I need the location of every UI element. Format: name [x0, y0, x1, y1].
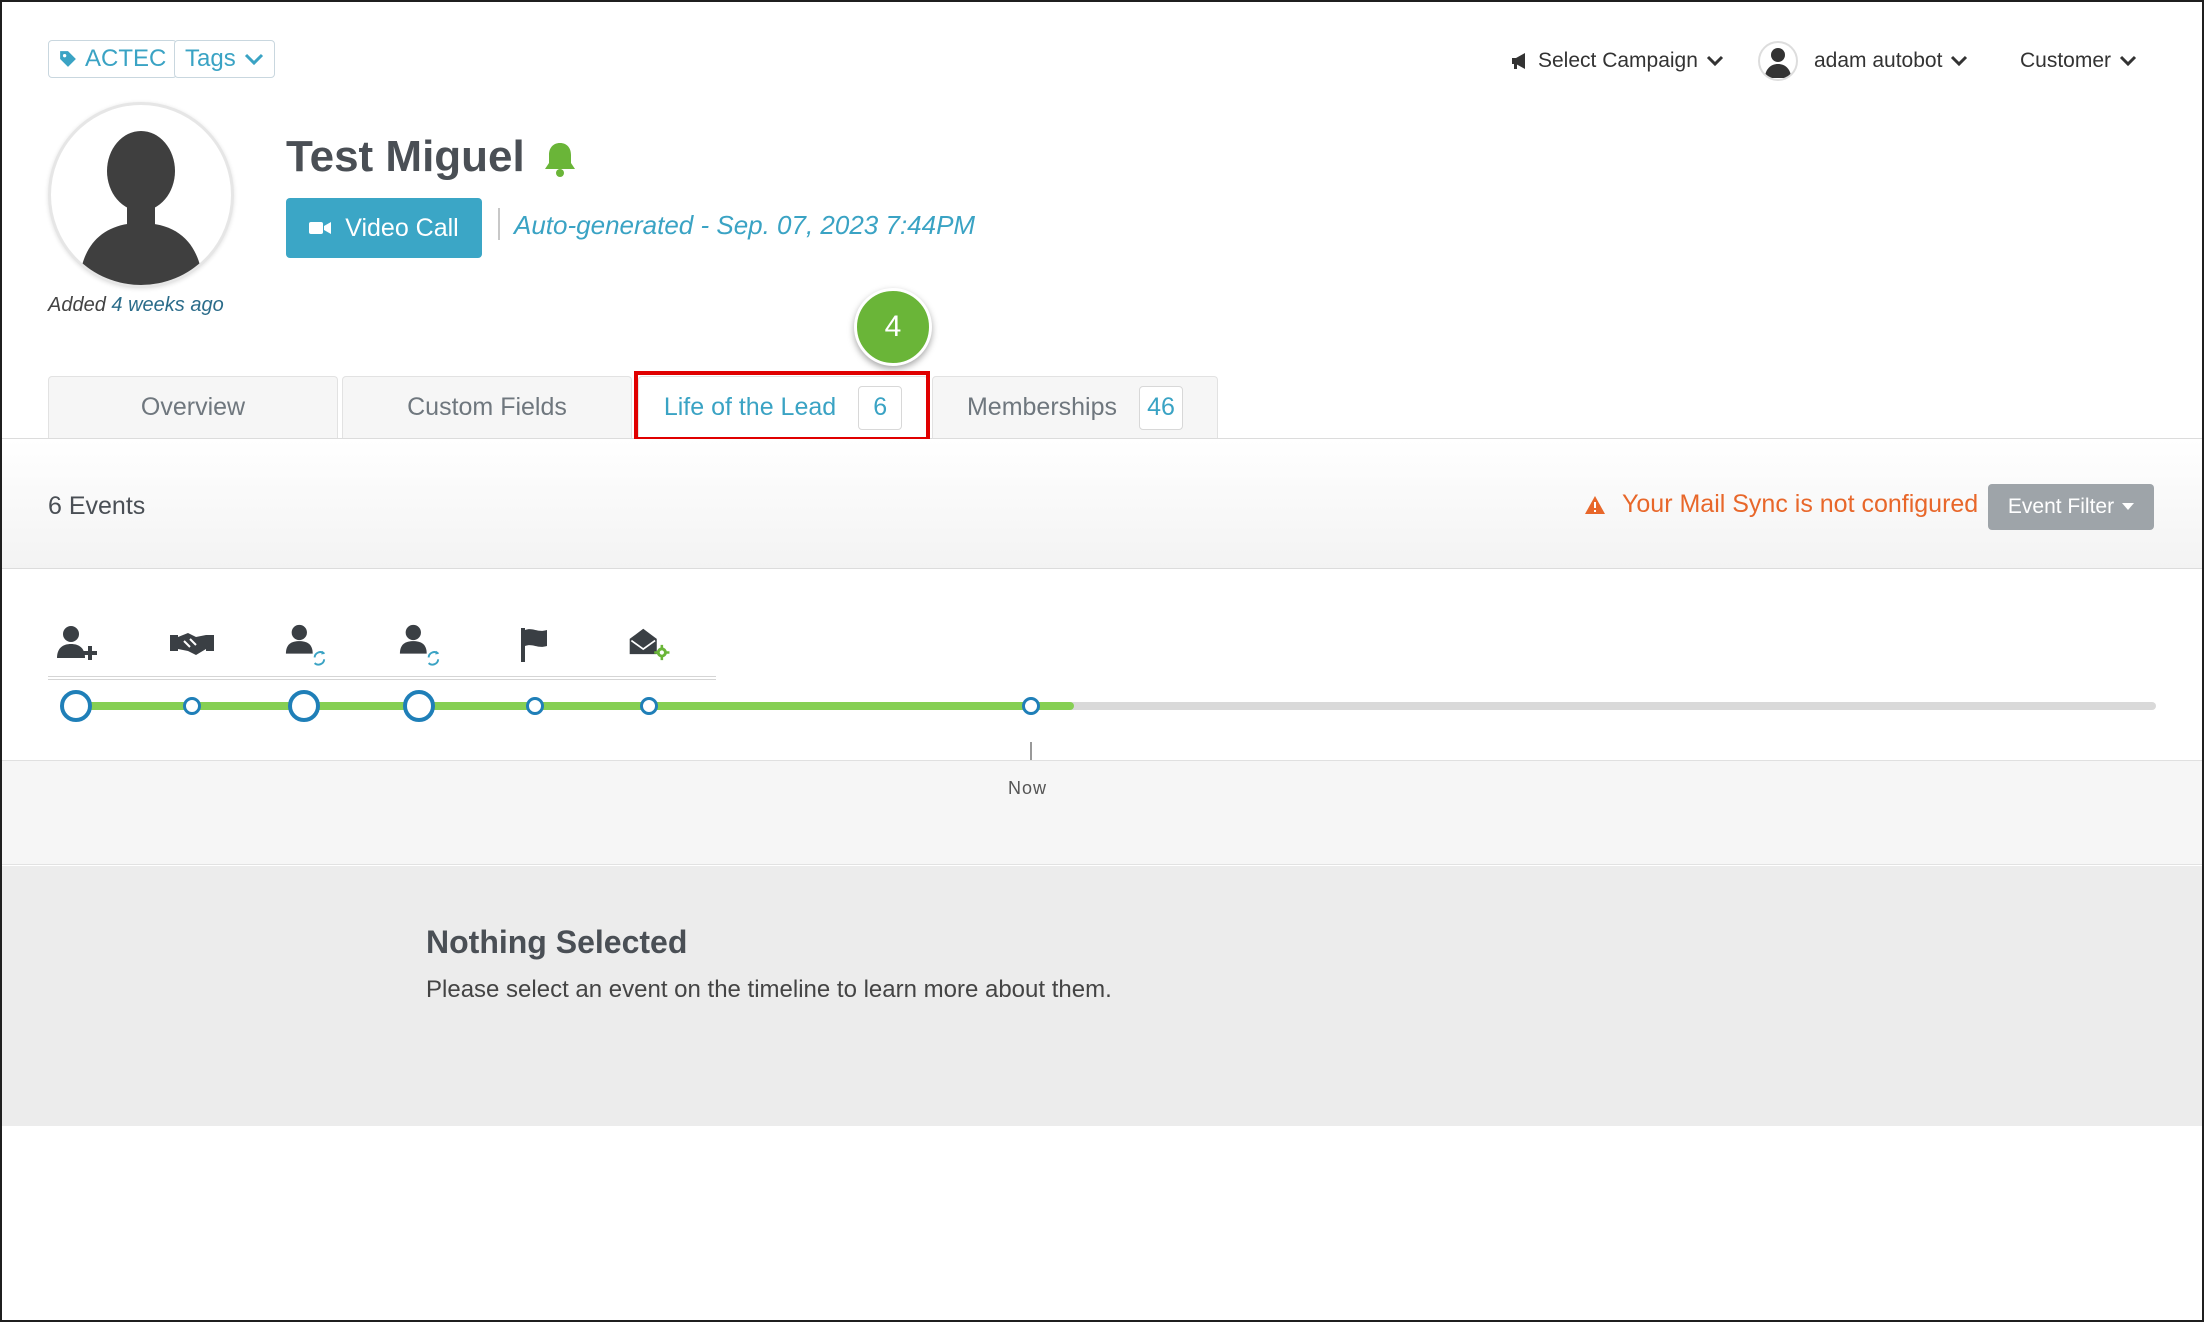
chevron-down-icon — [1951, 55, 1968, 67]
added-info: Added 4 weeks ago — [48, 294, 224, 317]
timeline-axis — [2, 761, 2202, 865]
envelope-gear-icon[interactable] — [628, 622, 672, 666]
tab-custom-fields[interactable]: Custom Fields — [342, 376, 632, 438]
detail-message: Please select an event on the timeline t… — [426, 976, 1112, 1003]
person-silhouette-icon — [79, 131, 203, 285]
icon-row-underline — [48, 676, 716, 680]
timeline-event-node[interactable] — [183, 697, 201, 715]
contact-avatar — [48, 102, 234, 288]
user-name: adam autobot — [1814, 49, 1943, 72]
role-menu[interactable]: Customer — [2020, 40, 2137, 82]
contact-name-text: Test Miguel — [286, 132, 525, 181]
user-sync-icon[interactable] — [284, 622, 328, 666]
tag-actec[interactable]: ACTEC — [48, 40, 178, 78]
tab-overview[interactable]: Overview — [48, 376, 338, 438]
tab-memberships[interactable]: Memberships 46 — [932, 376, 1218, 438]
timeline-event-node[interactable] — [526, 697, 544, 715]
select-campaign-menu[interactable]: Select Campaign — [1510, 40, 1724, 82]
tag-label: ACTEC — [85, 45, 167, 72]
step-callout: 4 — [854, 288, 932, 366]
timeline-event-node[interactable] — [60, 690, 92, 722]
contact-name: Test Miguel — [286, 132, 577, 182]
chevron-down-icon — [2119, 55, 2137, 67]
divider — [498, 208, 500, 240]
bell-icon[interactable] — [543, 140, 577, 178]
flag-icon[interactable] — [514, 622, 558, 666]
tab-life-of-the-lead[interactable]: Life of the Lead 6 — [638, 376, 928, 438]
auto-generated-link[interactable]: Auto-generated - Sep. 07, 2023 7:44PM — [514, 210, 975, 241]
mail-sync-warning[interactable]: Your Mail Sync is not configured — [1584, 490, 1978, 519]
detail-title: Nothing Selected — [426, 924, 688, 960]
app-window: ACTEC Tags Select Campaign adam autobot … — [0, 0, 2204, 1322]
tab-label: Custom Fields — [407, 393, 567, 421]
chevron-down-icon — [1706, 55, 1723, 67]
tab-label: Life of the Lead — [663, 393, 837, 421]
caret-down-icon — [2122, 503, 2135, 510]
role-label: Customer — [2020, 49, 2112, 72]
tab-label: Overview — [140, 393, 246, 421]
timeline-progress — [62, 702, 1074, 710]
timeline-now-node[interactable] — [1022, 697, 1040, 715]
handshake-icon[interactable] — [170, 622, 214, 666]
timeline-event-node[interactable] — [640, 697, 658, 715]
user-add-icon[interactable] — [56, 622, 100, 666]
added-ago: 4 weeks ago — [111, 294, 224, 316]
tags-button[interactable]: Tags — [174, 40, 275, 78]
mail-sync-text: Your Mail Sync is not configured — [1622, 490, 1979, 518]
tag-icon — [60, 51, 76, 67]
timeline-event-node[interactable] — [403, 690, 435, 722]
video-call-label: Video Call — [345, 213, 459, 242]
megaphone-icon — [1512, 53, 1525, 69]
now-label: Now — [1008, 778, 1048, 798]
added-prefix: Added — [48, 294, 106, 316]
events-count: 6 Events — [48, 492, 146, 520]
warning-icon — [1585, 495, 1605, 514]
avatar — [1758, 41, 1798, 81]
user-menu[interactable]: adam autobot — [1758, 40, 1968, 82]
timeline-event-node[interactable] — [288, 690, 320, 722]
video-call-button[interactable]: Video Call — [286, 198, 482, 258]
chevron-down-icon — [244, 53, 263, 66]
select-campaign-label: Select Campaign — [1538, 49, 1698, 72]
event-filter-button[interactable]: Event Filter — [1988, 484, 2154, 530]
now-tick — [1030, 742, 1032, 760]
tab-count-badge: 6 — [858, 385, 903, 430]
video-camera-icon — [309, 222, 332, 234]
tags-button-label: Tags — [185, 45, 236, 72]
tab-label: Memberships — [966, 393, 1118, 421]
user-icon — [1765, 48, 1791, 78]
event-filter-label: Event Filter — [2007, 495, 2115, 518]
tab-count-badge: 46 — [1139, 385, 1184, 430]
user-sync-icon[interactable] — [398, 622, 442, 666]
